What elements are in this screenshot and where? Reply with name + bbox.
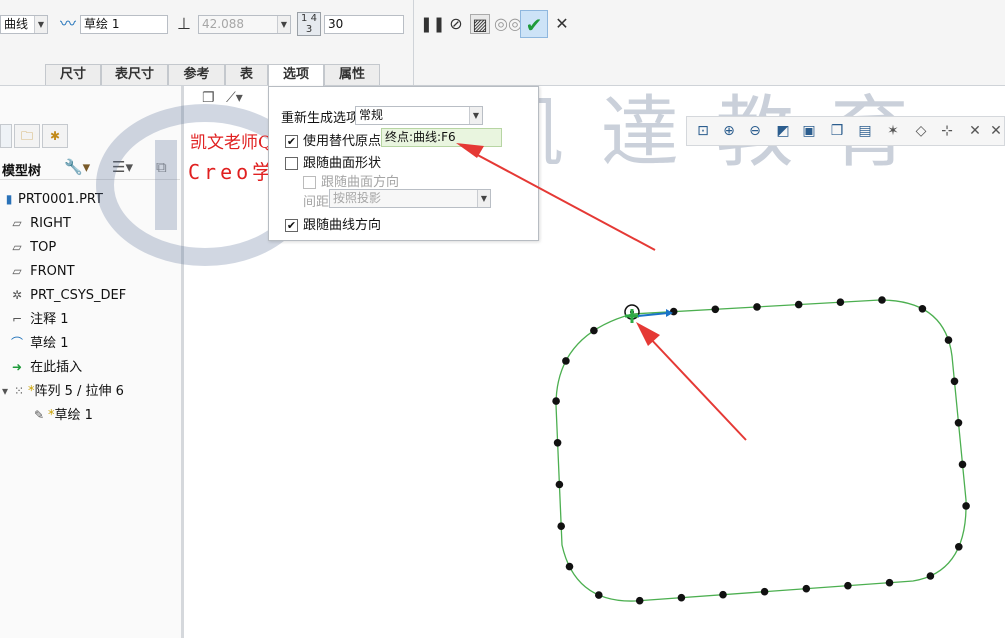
annotation-arrow-2 xyxy=(647,335,747,441)
alt-origin-drag-handle[interactable] xyxy=(625,309,639,323)
pattern-point[interactable] xyxy=(944,336,953,344)
pattern-point[interactable] xyxy=(802,584,811,593)
pattern-point[interactable] xyxy=(950,377,959,386)
pattern-point[interactable] xyxy=(677,593,686,602)
pattern-point[interactable] xyxy=(552,397,560,405)
pattern-point[interactable] xyxy=(954,419,963,427)
pattern-point[interactable] xyxy=(711,305,720,314)
pattern-point[interactable] xyxy=(753,303,761,311)
sketch-curve[interactable] xyxy=(555,299,967,602)
pattern-point[interactable] xyxy=(844,581,852,590)
annotation-arrowhead-2 xyxy=(636,322,660,346)
pattern-point[interactable] xyxy=(918,305,927,313)
pattern-point[interactable] xyxy=(760,587,769,596)
pattern-point[interactable] xyxy=(555,480,564,489)
pattern-point[interactable] xyxy=(553,439,562,447)
pattern-point[interactable] xyxy=(595,591,603,599)
graphics-window[interactable] xyxy=(0,0,1005,638)
pattern-point[interactable] xyxy=(885,578,894,587)
pattern-point[interactable] xyxy=(962,502,970,510)
annotation-arrow-1 xyxy=(471,151,656,251)
pattern-point[interactable] xyxy=(562,357,570,365)
pattern-point[interactable] xyxy=(719,590,727,599)
pattern-point[interactable] xyxy=(794,300,803,309)
pattern-point[interactable] xyxy=(926,572,935,580)
pattern-point[interactable] xyxy=(635,596,644,605)
pattern-point[interactable] xyxy=(557,522,565,530)
pattern-point[interactable] xyxy=(565,562,574,571)
pattern-point[interactable] xyxy=(669,307,678,316)
pattern-point[interactable] xyxy=(836,298,845,307)
pattern-point[interactable] xyxy=(958,460,967,469)
pattern-point[interactable] xyxy=(590,326,598,335)
pattern-point[interactable] xyxy=(955,543,963,551)
pattern-point[interactable] xyxy=(878,296,886,304)
pattern-points xyxy=(552,296,970,605)
